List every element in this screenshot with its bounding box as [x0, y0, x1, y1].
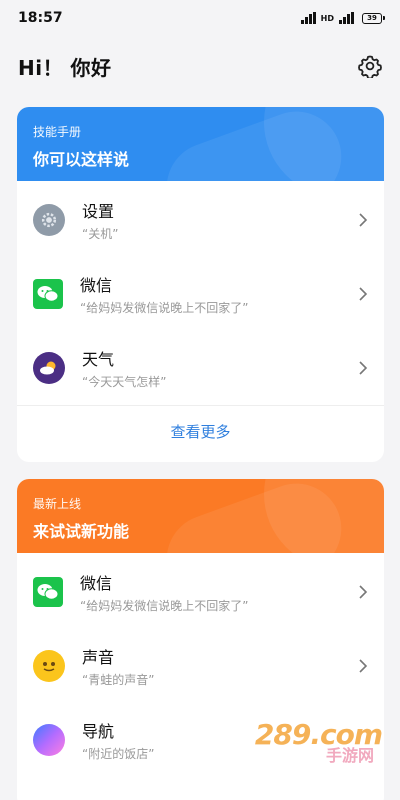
signal-icon-2 — [339, 12, 354, 24]
card-subtitle: 最新上线 — [33, 497, 82, 511]
frog-icon — [33, 650, 65, 682]
wechat-icon — [33, 279, 63, 309]
signal-icon — [300, 12, 316, 24]
skill-name: 设置 — [82, 202, 115, 221]
greeting-title: Hi！ 你好 — [18, 55, 112, 80]
battery-icon: 39 — [362, 12, 385, 24]
skill-name: 微信 — [80, 276, 113, 295]
watermark-subtext: 手游网 — [325, 746, 374, 765]
status-bar: 18:57 HD 39 — [0, 0, 400, 36]
wechat-icon — [33, 577, 63, 607]
header: Hi！ 你好 — [18, 50, 382, 82]
skill-example: “青蛙的声音” — [82, 673, 155, 687]
skill-item-weather[interactable]: 天气 “今天天气怎样” — [17, 331, 384, 405]
skill-example: “今天天气怎样” — [82, 375, 167, 389]
feature-item-wechat[interactable]: 微信 “给妈妈发微信说晚上不回家了” — [17, 555, 384, 629]
chevron-right-icon — [359, 213, 368, 227]
settings-icon — [33, 204, 65, 236]
feature-item-sound[interactable]: 声音 “青蛙的声音” — [17, 629, 384, 703]
skill-example: “给妈妈发微信说晚上不回家了” — [80, 599, 249, 613]
chevron-right-icon — [359, 659, 368, 673]
skill-example: “给妈妈发微信说晚上不回家了” — [80, 301, 249, 315]
skills-card-header: 技能手册 你可以这样说 — [17, 107, 384, 181]
skill-item-wechat[interactable]: 微信 “给妈妈发微信说晚上不回家了” — [17, 257, 384, 331]
see-more-button[interactable]: 查看更多 — [17, 405, 384, 457]
gear-icon[interactable] — [358, 54, 382, 78]
skill-name: 天气 — [82, 350, 115, 369]
chevron-right-icon — [359, 287, 368, 301]
chevron-right-icon — [359, 585, 368, 599]
skill-item-settings[interactable]: 设置 “关机” — [17, 183, 384, 257]
navigation-icon — [33, 724, 65, 756]
see-more-label: 查看更多 — [170, 423, 231, 441]
card-title: 你可以这样说 — [33, 150, 130, 169]
hd-icon: HD — [320, 13, 334, 23]
weather-icon — [33, 352, 65, 384]
new-features-header: 最新上线 来试试新功能 — [17, 479, 384, 553]
skill-name: 声音 — [82, 648, 115, 667]
skill-example: “关机” — [82, 227, 119, 241]
status-time: 18:57 — [18, 10, 63, 26]
chevron-right-icon — [359, 361, 368, 375]
status-icons: HD 39 — [300, 12, 385, 24]
card-subtitle: 技能手册 — [33, 125, 82, 139]
skills-card: 技能手册 你可以这样说 设置 “关机” 微信 “给妈妈发微信说晚上不回家了” 天… — [17, 107, 384, 462]
skill-name: 微信 — [80, 574, 113, 593]
card-title: 来试试新功能 — [33, 522, 130, 541]
